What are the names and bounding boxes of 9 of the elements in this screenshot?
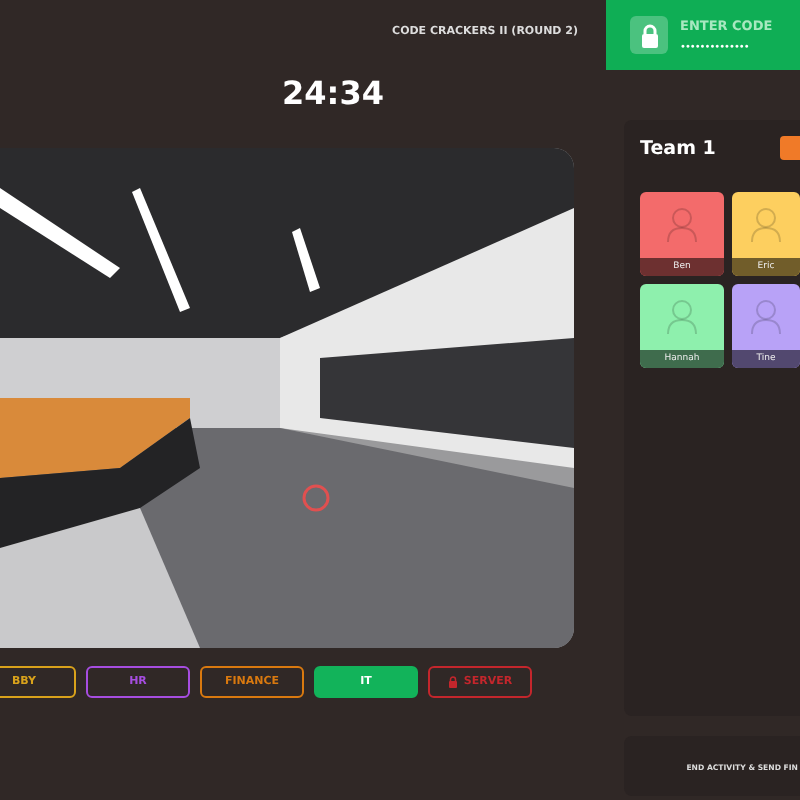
lock-icon xyxy=(630,16,668,54)
team-name: Team 1 xyxy=(640,137,716,159)
avatar-icon xyxy=(662,204,702,244)
team-button[interactable] xyxy=(780,136,800,160)
avatar-icon xyxy=(746,296,786,336)
avatar-icon xyxy=(662,296,702,336)
avatar-icon xyxy=(746,204,786,244)
countdown-timer: 24:34 xyxy=(280,74,386,112)
lock-icon xyxy=(447,676,458,688)
